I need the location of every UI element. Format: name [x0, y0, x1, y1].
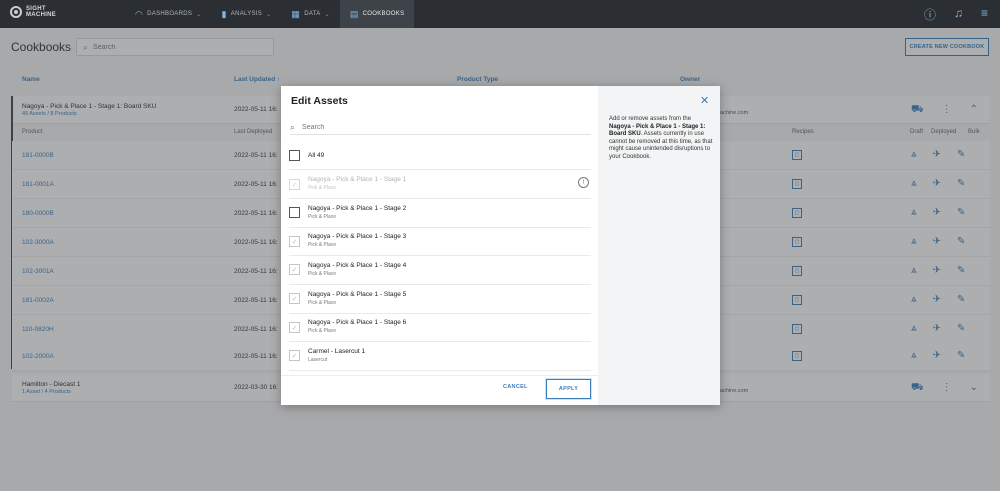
gauge-icon: ◠: [135, 8, 144, 19]
menu-icon[interactable]: ≡: [981, 6, 988, 23]
modal-footer: CANCEL APPLY: [281, 375, 598, 405]
asset-name: Nagoya - Pick & Place 1 - Stage 3: [308, 233, 407, 240]
select-all-checkbox[interactable]: [289, 150, 300, 161]
book-icon: ▤: [349, 8, 359, 19]
divider: [289, 313, 591, 314]
asset-name: Carmel - Lasercut 1: [308, 348, 366, 355]
asset-search[interactable]: ⌕: [290, 121, 591, 135]
asset-name: Nagoya - Pick & Place 1 - Stage 6: [308, 319, 407, 326]
asset-type: Pick & Place: [308, 242, 337, 248]
select-all-label: All 49: [308, 152, 325, 159]
logo-text: SIGHT MACHINE: [26, 6, 57, 18]
asset-checkbox: ✓: [289, 179, 300, 190]
bar-chart-icon: ▮: [221, 8, 227, 19]
main-nav: ◠ DASHBOARDS ⌄ ▮ ANALYSIS ⌄ ▦ DATA ⌄ ▤ C…: [125, 0, 415, 28]
asset-checkbox[interactable]: ✓: [289, 236, 300, 247]
nav-dashboards-label: DASHBOARDS: [147, 11, 193, 17]
asset-type: Pick & Place: [308, 271, 337, 277]
nav-analysis[interactable]: ▮ ANALYSIS ⌄: [212, 0, 282, 28]
grid-icon: ▦: [291, 8, 301, 19]
asset-name: Nagoya - Pick & Place 1 - Stage 5: [308, 291, 407, 298]
divider: [289, 284, 591, 285]
chevron-down-icon: ⌄: [196, 11, 202, 18]
modal-title: Edit Assets: [291, 95, 348, 107]
asset-type: Pick & Place: [308, 328, 337, 334]
asset-checkbox[interactable]: ✓: [289, 350, 300, 361]
asset-name: Nagoya - Pick & Place 1 - Stage 1: [308, 176, 407, 183]
divider: [289, 169, 591, 170]
logo-mark-icon: [10, 6, 22, 18]
cancel-button[interactable]: CANCEL: [503, 384, 528, 390]
chevron-down-icon: ⌄: [266, 11, 272, 18]
edit-assets-modal: Edit Assets ✕ Add or remove assets from …: [281, 86, 720, 405]
apply-button[interactable]: APPLY: [546, 379, 591, 399]
nav-cookbooks[interactable]: ▤ COOKBOOKS: [339, 0, 415, 28]
nav-data[interactable]: ▦ DATA ⌄: [281, 0, 339, 28]
nav-data-label: DATA: [304, 11, 321, 17]
nav-cookbooks-label: COOKBOOKS: [362, 11, 405, 17]
top-right-icons: ⓘ ♫ ≡: [924, 6, 988, 23]
help-icon[interactable]: ⓘ: [924, 6, 936, 23]
asset-type: Pick & Place: [308, 300, 337, 306]
asset-search-input[interactable]: [302, 124, 573, 131]
asset-checkbox[interactable]: ✓: [289, 293, 300, 304]
nav-analysis-label: ANALYSIS: [230, 11, 263, 17]
divider: [289, 255, 591, 256]
asset-type: Pick & Place: [308, 185, 337, 191]
help-intro: Add or remove assets from the: [609, 116, 692, 122]
asset-name: Nagoya - Pick & Place 1 - Stage 4: [308, 262, 407, 269]
chevron-down-icon: ⌄: [324, 11, 330, 18]
asset-type: Lasercut: [308, 357, 328, 363]
divider: [289, 198, 591, 199]
top-navigation-bar: SIGHT MACHINE ◠ DASHBOARDS ⌄ ▮ ANALYSIS …: [0, 0, 1000, 28]
info-icon[interactable]: !: [578, 177, 589, 188]
asset-checkbox[interactable]: ✓: [289, 322, 300, 333]
asset-name: Nagoya - Pick & Place 1 - Stage 2: [308, 205, 407, 212]
bell-icon[interactable]: ♫: [954, 6, 963, 23]
asset-type: Pick & Place: [308, 214, 337, 220]
close-icon[interactable]: ✕: [700, 94, 709, 107]
divider: [289, 370, 591, 371]
asset-checkbox[interactable]: [289, 207, 300, 218]
divider: [289, 227, 591, 228]
help-text: Add or remove assets from the Nagoya - P…: [609, 116, 713, 161]
asset-checkbox[interactable]: ✓: [289, 264, 300, 275]
sight-machine-logo[interactable]: SIGHT MACHINE: [10, 6, 60, 18]
search-icon: ⌕: [290, 122, 296, 132]
divider: [289, 341, 591, 342]
nav-dashboards[interactable]: ◠ DASHBOARDS ⌄: [125, 0, 212, 28]
